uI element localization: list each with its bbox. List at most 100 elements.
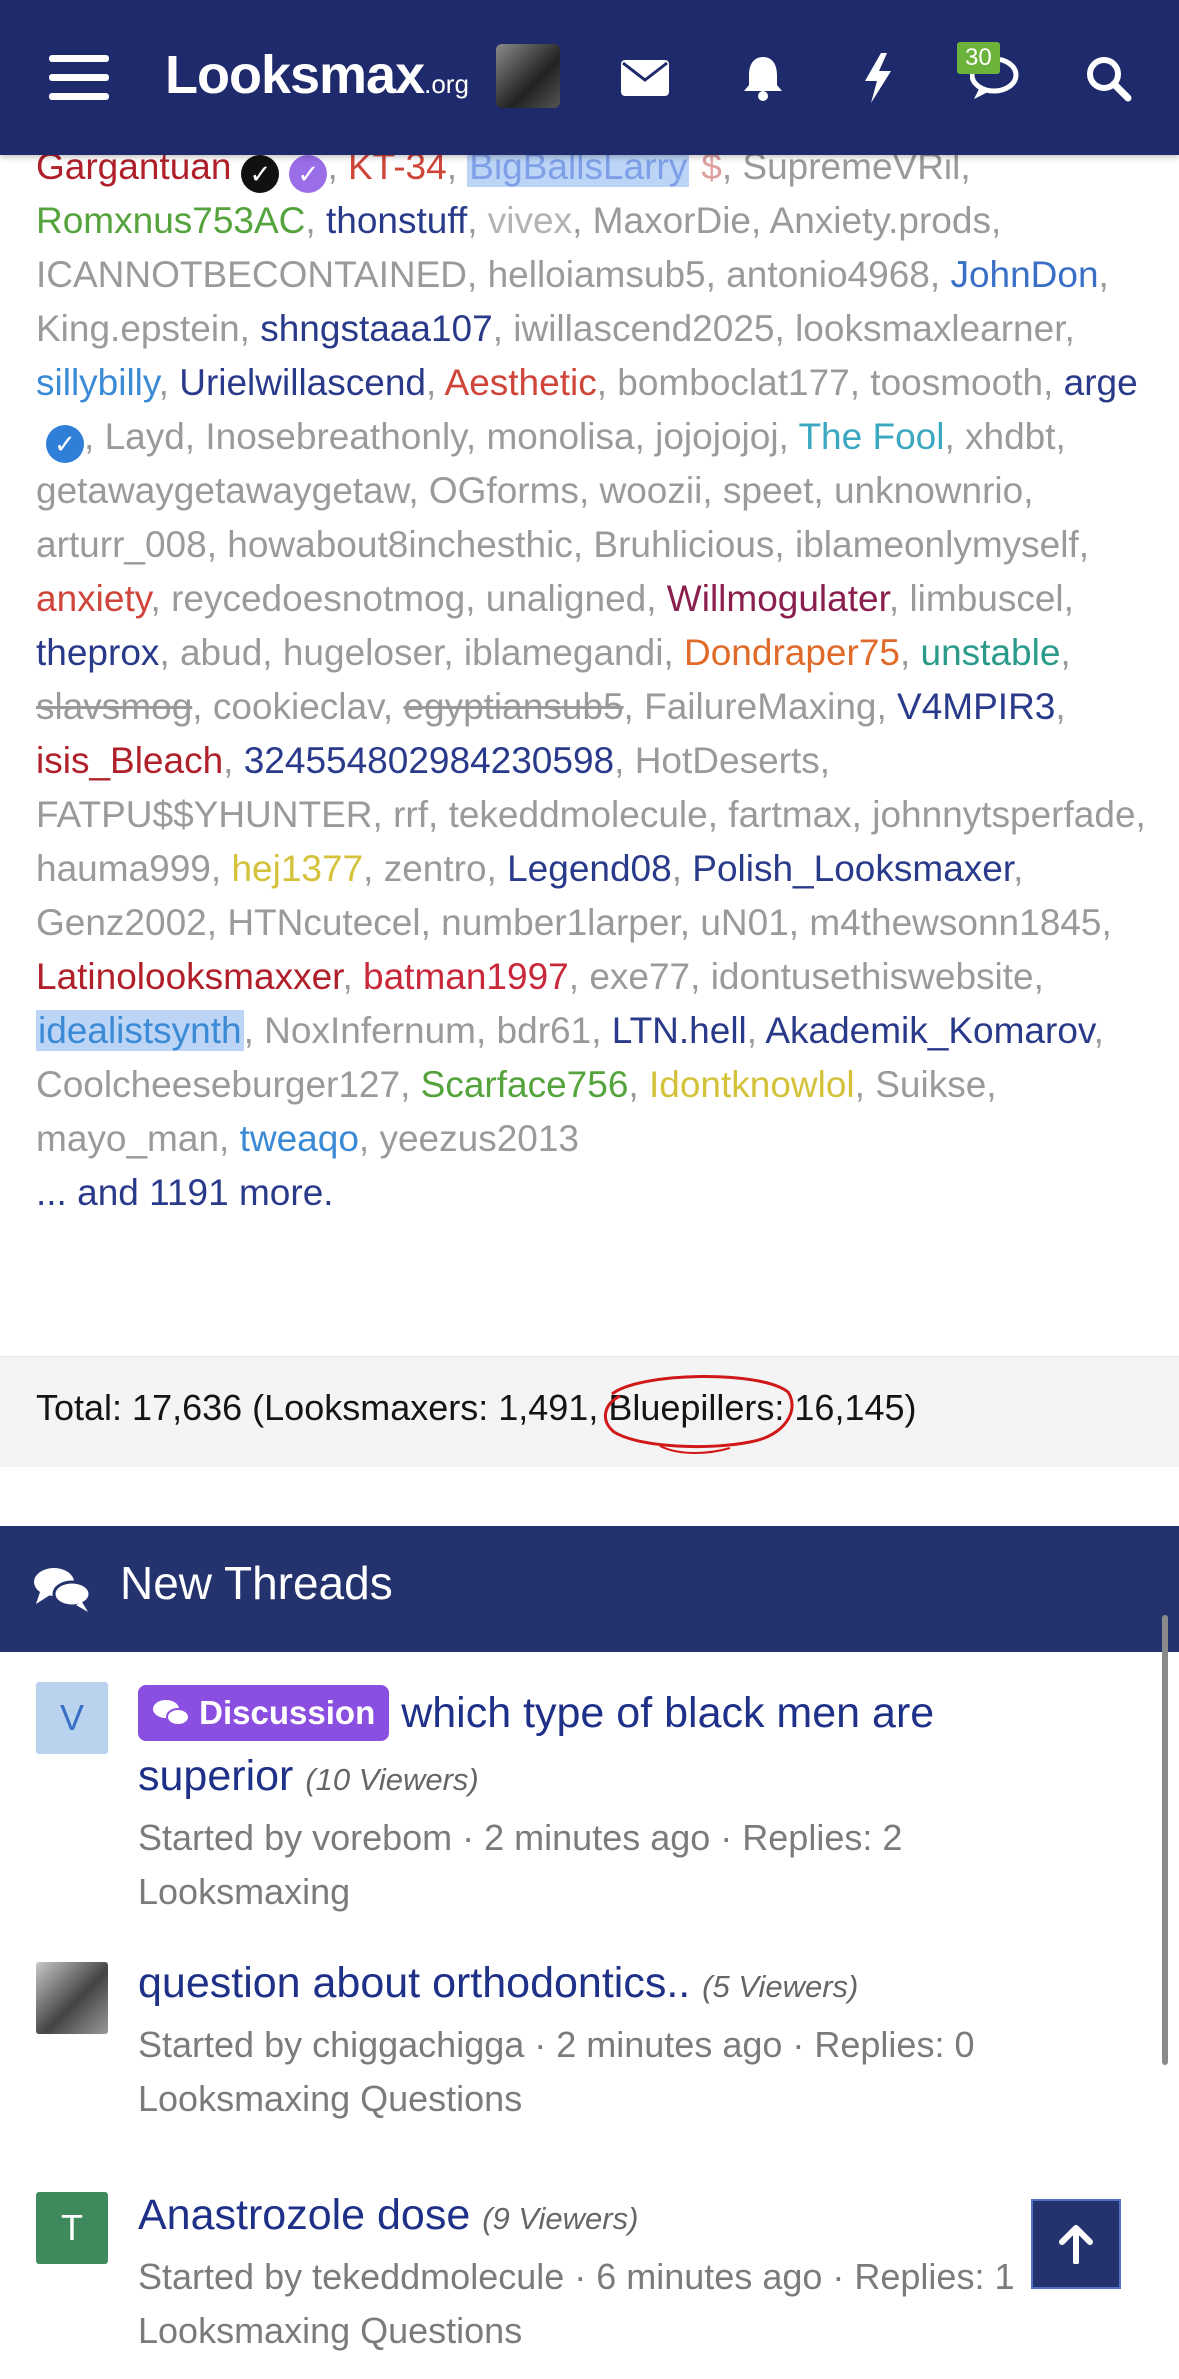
online-user-link[interactable]: thonstuff [326,200,467,241]
chat-icon[interactable] [962,0,1032,155]
online-user-link[interactable]: monolisa [486,416,634,457]
bell-icon[interactable] [733,0,793,155]
online-user-link[interactable]: looksmaxlearner [795,308,1064,349]
online-user-link[interactable]: iwillascend2025 [513,308,774,349]
online-user-link[interactable]: NoxInfernum [264,1010,476,1051]
online-user-link[interactable]: iblameonlymyself [795,524,1079,565]
online-user-link[interactable]: tweaqo [240,1118,359,1159]
online-user-link[interactable]: helloiamsub5 [488,254,706,295]
online-user-link[interactable]: V4MPIR3 [897,686,1055,727]
online-user-link[interactable]: vivex [488,200,572,241]
online-user-link[interactable]: bomboclat177 [617,362,849,403]
online-user-link[interactable]: speet [723,470,814,511]
online-user-link[interactable]: jojojojoj [655,416,778,457]
more-users-link[interactable]: ... and 1191 more. [36,1172,334,1213]
online-user-link[interactable]: Idontknowlol [649,1064,855,1105]
online-user-link[interactable]: OGforms [429,470,579,511]
online-user-link[interactable]: Anxiety.prods [770,200,991,241]
thread-avatar[interactable]: T [36,2192,108,2264]
online-user-link[interactable]: batman1997 [363,956,569,997]
thread-forum[interactable]: Looksmaxing Questions [138,2072,1018,2126]
thread-title[interactable]: question about orthodontics.. [138,1959,690,2007]
online-user-link[interactable]: bdr61 [497,1010,592,1051]
thread-forum[interactable]: Looksmaxing [138,1865,1018,1919]
online-user-link[interactable]: unknownrio [834,470,1023,511]
online-user-link[interactable]: number1larper [441,902,680,943]
online-user-link[interactable]: howabout8inchesthic [227,524,573,565]
thread-avatar-photo[interactable] [36,1962,108,2034]
online-user-link[interactable]: HotDeserts [635,740,820,781]
online-user-link[interactable]: johnnytsperfade [872,794,1135,835]
online-user-link[interactable]: getawaygetawaygetaw [36,470,408,511]
online-user-link[interactable]: yeezus2013 [379,1118,579,1159]
online-user-link[interactable]: limbuscel [909,578,1063,619]
online-user-link[interactable]: unstable [921,632,1061,673]
online-user-link[interactable]: xhdbt [965,416,1056,457]
online-user-link[interactable]: FATPU$$YHUNTER [36,794,373,835]
online-user-link[interactable]: Polish_Looksmaxer [692,848,1013,889]
online-user-link[interactable]: theprox [36,632,159,673]
search-icon[interactable] [1078,0,1138,155]
online-user-link[interactable]: egyptiansub5 [403,686,623,727]
online-user-link[interactable]: shngstaaa107 [260,308,492,349]
discussion-prefix-badge[interactable]: Discussion [138,1685,390,1741]
online-user-link[interactable]: MaxorDie [593,200,751,241]
menu-icon[interactable] [44,0,114,155]
online-user-link[interactable]: FailureMaxing [644,686,876,727]
online-user-link[interactable]: cookieclav [213,686,383,727]
online-user-link[interactable]: isis_Bleach [36,740,223,781]
online-user-link[interactable]: Legend08 [507,848,672,889]
online-user-link[interactable]: sillybilly [36,362,159,403]
online-user-link[interactable]: Coolcheeseburger127 [36,1064,400,1105]
online-user-link[interactable]: iblamegandi [464,632,664,673]
online-user-link[interactable]: hugeloser [283,632,443,673]
online-user-link[interactable]: arge [1064,362,1138,403]
online-user-link[interactable]: Inosebreathonly [205,416,466,457]
online-user-link[interactable]: woozii [600,470,703,511]
online-user-link[interactable]: Aesthetic [445,362,597,403]
online-user-link[interactable]: arturr_008 [36,524,207,565]
online-user-link[interactable]: Scarface756 [421,1064,629,1105]
online-user-link[interactable]: Akademik_Komarov [765,1010,1093,1051]
online-user-link[interactable]: hauma999 [36,848,211,889]
user-avatar[interactable] [496,44,560,108]
scrollbar[interactable] [1162,1615,1168,2065]
online-user-link[interactable]: Urielwillascend [179,362,426,403]
online-user-link[interactable]: The Fool [798,416,944,457]
online-user-link[interactable]: Suikse [875,1064,986,1105]
online-user-link[interactable]: abud [180,632,262,673]
online-user-link[interactable]: Latinolooksmaxxer [36,956,342,997]
online-user-link[interactable]: Bruhlicious [593,524,774,565]
scroll-to-top-button[interactable] [1031,2199,1121,2289]
online-user-link[interactable]: m4thewsonn1845 [809,902,1101,943]
online-user-link[interactable]: idealistsynth [36,1010,244,1051]
envelope-icon[interactable] [615,0,675,155]
online-user-link[interactable]: antonio4968 [726,254,930,295]
online-user-link[interactable]: ICANNOTBECONTAINED [36,254,467,295]
online-user-link[interactable]: Romxnus753AC [36,200,305,241]
online-user-link[interactable]: exe77 [589,956,690,997]
thread-title[interactable]: Anastrozole dose [138,2191,470,2239]
online-user-link[interactable]: anxiety [36,578,151,619]
thread-forum[interactable]: Looksmaxing Questions [138,2304,1018,2358]
online-user-link[interactable]: hej1377 [231,848,363,889]
online-user-link[interactable]: reycedoesnotmog [171,578,465,619]
online-user-link[interactable]: slavsmog [36,686,192,727]
online-user-link[interactable]: Dondraper75 [684,632,900,673]
lightning-icon[interactable] [848,0,908,155]
online-user-link[interactable]: King.epstein [36,308,240,349]
online-user-link[interactable]: uN01 [700,902,788,943]
online-user-link[interactable]: HTNcutecel [227,902,420,943]
online-user-link[interactable]: Genz2002 [36,902,207,943]
online-user-link[interactable]: toosmooth [870,362,1043,403]
online-user-link[interactable]: JohnDon [950,254,1098,295]
online-user-link[interactable]: unaligned [486,578,646,619]
online-user-link[interactable]: rrf [393,794,428,835]
online-user-link[interactable]: LTN.hell [612,1010,747,1051]
thread-avatar[interactable]: V [36,1682,108,1754]
online-user-link[interactable]: tekeddmolecule [449,794,708,835]
online-user-link[interactable]: fartmax [728,794,851,835]
online-user-link[interactable]: idontusethiswebsite [711,956,1034,997]
online-user-link[interactable]: Layd [105,416,185,457]
online-user-link[interactable]: mayo_man [36,1118,219,1159]
